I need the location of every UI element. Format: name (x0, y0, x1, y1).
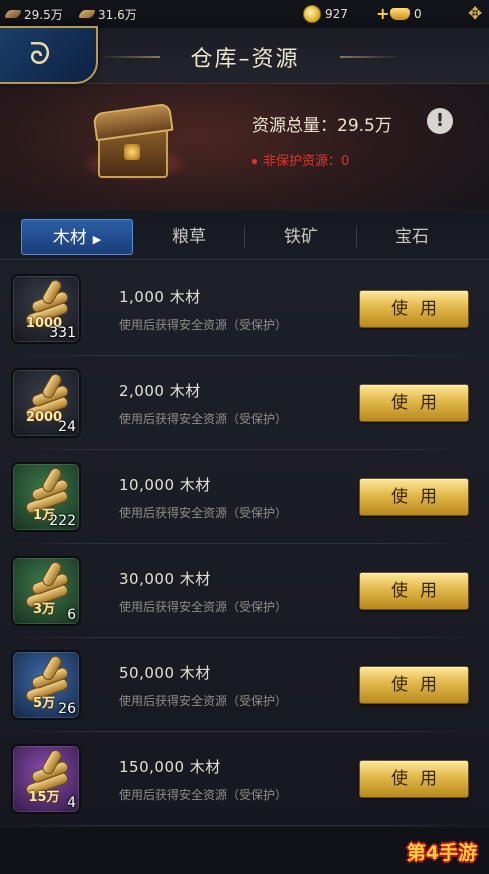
resource-total: 资源总量：29.5万 (252, 116, 392, 136)
use-button[interactable]: 使用 (359, 478, 469, 516)
warehouse-header: ᘐ 仓库–资源 资源总量：29.5万 ! 非保护资源：0 (0, 26, 489, 210)
tab-grain[interactable]: 粮草 (133, 219, 245, 255)
item-count: 26 (58, 701, 76, 717)
item-count: 24 (58, 419, 76, 435)
title-ornament-right (340, 56, 400, 58)
use-button[interactable]: 使用 (359, 760, 469, 798)
coin-resource: 927 (303, 5, 348, 23)
item-description: 使用后获得安全资源（受保护） (119, 412, 288, 426)
gold-ingot-icon (390, 8, 410, 20)
item-name: 50,000 木材 (119, 664, 211, 682)
list-item: 3万 6 30,000 木材 使用后获得安全资源（受保护） 使用 (0, 544, 489, 638)
title-bar: ᘐ 仓库–资源 (0, 26, 489, 84)
unprotected-resources: 非保护资源：0 (252, 150, 349, 169)
wood-pack-icon[interactable]: 1万 222 (11, 462, 81, 532)
use-button[interactable]: 使用 (359, 572, 469, 610)
list-item: 1万 222 10,000 木材 使用后获得安全资源（受保护） 使用 (0, 450, 489, 544)
item-count: 331 (49, 325, 76, 341)
coin-icon (303, 5, 321, 23)
treasure-chest-icon (80, 98, 190, 188)
item-name: 10,000 木材 (119, 476, 211, 494)
item-count: 222 (49, 513, 76, 529)
settings-button[interactable]: ✥ (468, 5, 489, 23)
bullet-icon (252, 159, 257, 164)
food-value: 31.6万 (98, 7, 137, 22)
pack-amount: 3万 (32, 602, 56, 617)
wood-resource: 29.5万 (3, 5, 63, 23)
wood-pack-icon[interactable]: 15万 4 (11, 744, 81, 814)
item-count: 6 (67, 607, 76, 623)
wood-pack-icon[interactable]: 5万 26 (11, 650, 81, 720)
back-button[interactable]: ᘐ (0, 26, 98, 84)
item-description: 使用后获得安全资源（受保护） (119, 600, 288, 614)
page-title: 仓库–资源 (190, 47, 300, 72)
tab-gems[interactable]: 宝石 (356, 219, 468, 255)
item-description: 使用后获得安全资源（受保护） (119, 694, 288, 708)
food-resource: 31.6万 (77, 5, 137, 23)
item-name: 1,000 木材 (119, 288, 201, 306)
item-count: 4 (67, 795, 76, 811)
resource-tabs: 木材 ▶ 粮草 铁矿 宝石 (0, 212, 489, 260)
ingot-resource[interactable]: + 0 (376, 5, 422, 23)
list-item: 2000 24 2,000 木材 使用后获得安全资源（受保护） 使用 (0, 356, 489, 450)
wood-icon (3, 10, 23, 18)
tab-iron[interactable]: 铁矿 (245, 219, 357, 255)
wood-pack-icon[interactable]: 1000 331 (11, 274, 81, 344)
wood-pack-icon[interactable]: 2000 24 (11, 368, 81, 438)
list-item: 15万 4 150,000 木材 使用后获得安全资源（受保护） 使用 (0, 732, 489, 826)
list-item: 5万 26 50,000 木材 使用后获得安全资源（受保护） 使用 (0, 638, 489, 732)
coin-value: 927 (325, 7, 348, 21)
item-description: 使用后获得安全资源（受保护） (119, 788, 288, 802)
item-name: 30,000 木材 (119, 570, 211, 588)
info-icon[interactable]: ! (427, 108, 453, 134)
grain-icon (77, 10, 97, 18)
wood-pack-icon[interactable]: 3万 6 (11, 556, 81, 626)
ingot-value: 0 (414, 7, 422, 21)
plus-icon[interactable]: + (376, 5, 389, 23)
list-item: 1000 331 1,000 木材 使用后获得安全资源（受保护） 使用 (0, 262, 489, 356)
play-arrow-icon: ▶ (92, 233, 102, 246)
unprotected-label: 非保护资源：0 (263, 154, 350, 169)
item-list[interactable]: 1000 331 1,000 木材 使用后获得安全资源（受保护） 使用 2000… (0, 262, 489, 828)
item-description: 使用后获得安全资源（受保护） (119, 318, 288, 332)
use-button[interactable]: 使用 (359, 384, 469, 422)
status-bar: 29.5万 31.6万 927 + 0 ✥ (0, 0, 489, 28)
pack-amount: 15万 (28, 790, 60, 805)
item-name: 2,000 木材 (119, 382, 201, 400)
tab-wood[interactable]: 木材 ▶ (21, 219, 133, 255)
gear-icon[interactable]: ✥ (468, 5, 486, 23)
use-button[interactable]: 使用 (359, 666, 469, 704)
dragon-emblem-icon[interactable]: ᘐ (10, 36, 70, 74)
site-watermark: 第4手游 (406, 842, 478, 864)
item-name: 150,000 木材 (119, 758, 221, 776)
item-description: 使用后获得安全资源（受保护） (119, 506, 288, 520)
use-button[interactable]: 使用 (359, 290, 469, 328)
wood-value: 29.5万 (24, 7, 63, 22)
